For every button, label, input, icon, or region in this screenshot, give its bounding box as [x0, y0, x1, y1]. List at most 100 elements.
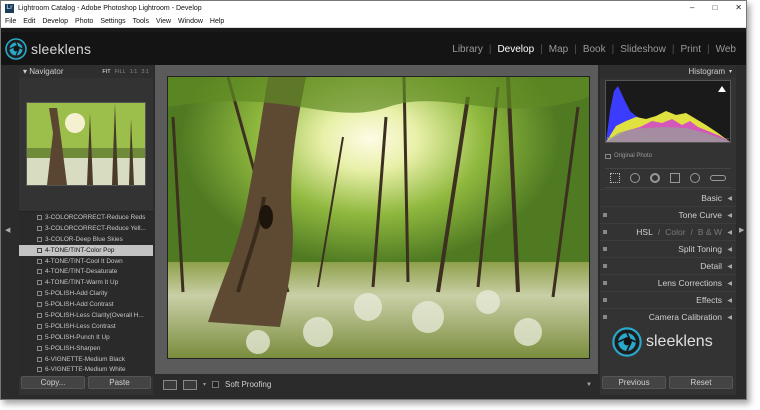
preset-icon: [37, 356, 42, 362]
left-panel: ▾ Navigator FIT FILL 1:1 3:1 3-COLORCORR…: [19, 65, 153, 395]
center-toolbar: ▾ Soft Proofing ▼: [155, 374, 598, 395]
previous-button[interactable]: Previous: [602, 376, 666, 389]
maximize-icon[interactable]: □: [712, 3, 717, 12]
soft-proofing-checkbox[interactable]: [212, 381, 220, 388]
menu-tools[interactable]: Tools: [133, 18, 149, 25]
section-split-toning[interactable]: Split Toning ◀: [600, 240, 736, 257]
aperture-value: ƒ / 11: [677, 137, 692, 143]
tab-color[interactable]: Color: [665, 227, 685, 237]
preset-icon: [37, 269, 42, 275]
main-photo[interactable]: [167, 76, 590, 359]
expand-icon: ◀: [727, 196, 732, 202]
section-effects[interactable]: Effects ◀: [600, 291, 736, 308]
loupe-view-icon[interactable]: [163, 379, 177, 390]
module-book[interactable]: Book: [577, 44, 612, 55]
module-web[interactable]: Web: [710, 44, 742, 55]
navigator-preview[interactable]: [26, 102, 146, 186]
histogram-graph[interactable]: [605, 80, 731, 143]
original-photo-toggle[interactable]: Original Photo: [605, 153, 652, 159]
original-photo-label: Original Photo: [614, 153, 653, 159]
view-options-chevron-icon[interactable]: ▾: [203, 381, 206, 388]
preset-item[interactable]: 3-COLOR-Deep Blue Skies: [19, 234, 153, 245]
preset-item[interactable]: 5-POLISH-Less Contrast: [19, 321, 153, 332]
panel-switch-icon[interactable]: [603, 230, 607, 234]
tab-hsl[interactable]: HSL: [636, 227, 653, 237]
navigator-header[interactable]: ▾ Navigator FIT FILL 1:1 3:1: [19, 65, 153, 78]
module-map[interactable]: Map: [543, 44, 574, 55]
preset-item[interactable]: 3-COLORCORRECT-Reduce Yell...: [19, 223, 153, 234]
preset-item[interactable]: 5-POLISH-Less Clarity(Overall H...: [19, 310, 153, 321]
window-title: Lightroom Catalog - Adobe Photoshop Ligh…: [18, 5, 202, 12]
preset-item[interactable]: 5-POLISH-Punch It Up: [19, 332, 153, 343]
preset-icon: [37, 367, 42, 373]
crop-tool-icon[interactable]: [610, 173, 620, 183]
panel-switch-icon[interactable]: [603, 281, 607, 285]
panel-switch-icon[interactable]: [603, 264, 607, 268]
preset-item[interactable]: 4-TONE/TINT-Desaturate: [19, 266, 153, 277]
section-lens-corrections[interactable]: Lens Corrections ◀: [600, 274, 736, 291]
aperture-icon: [5, 38, 27, 60]
menu-bar: File Edit Develop Photo Settings Tools V…: [1, 16, 746, 28]
graduated-filter-icon[interactable]: [670, 173, 680, 183]
preset-icon: [37, 258, 42, 264]
preset-icon: [37, 323, 42, 329]
menu-file[interactable]: File: [5, 18, 16, 25]
histogram-header[interactable]: Histogram ▾: [600, 65, 736, 78]
reset-button[interactable]: Reset: [669, 376, 733, 389]
spot-removal-icon[interactable]: [630, 173, 640, 183]
module-develop[interactable]: Develop: [491, 44, 540, 55]
menu-edit[interactable]: Edit: [23, 18, 35, 25]
preset-item[interactable]: 5-POLISH-Add Clarity: [19, 288, 153, 299]
expand-icon: ◀: [727, 213, 732, 219]
module-library[interactable]: Library: [446, 44, 489, 55]
section-basic[interactable]: Basic ◀: [600, 189, 736, 206]
menu-window[interactable]: Window: [178, 18, 203, 25]
preset-item[interactable]: 3-COLORCORRECT-Reduce Reds: [19, 212, 153, 223]
menu-view[interactable]: View: [156, 18, 171, 25]
radial-filter-icon[interactable]: [690, 173, 700, 183]
preset-item[interactable]: 4-TONE/TINT-Cool It Down: [19, 256, 153, 267]
toolbar-menu-chevron-icon[interactable]: ▼: [586, 382, 592, 388]
panel-switch-icon[interactable]: [603, 247, 607, 251]
panel-switch-icon[interactable]: [603, 315, 607, 319]
section-tone-curve[interactable]: Tone Curve ◀: [600, 206, 736, 223]
preset-item[interactable]: 4-TONE/TINT-Warm It Up: [19, 277, 153, 288]
menu-help[interactable]: Help: [210, 18, 224, 25]
before-after-view-icon[interactable]: [183, 379, 197, 390]
preset-item[interactable]: 4-TONE/TINT-Color Pop: [19, 244, 153, 256]
red-eye-icon[interactable]: [650, 173, 660, 183]
collapse-icon[interactable]: ▾: [729, 68, 732, 75]
zoom-fit[interactable]: FIT: [102, 69, 110, 75]
menu-develop[interactable]: Develop: [42, 18, 68, 25]
right-panel-toggle-icon[interactable]: ▶: [739, 226, 744, 234]
zoom-3-1[interactable]: 3:1: [141, 69, 149, 75]
preset-item[interactable]: 6-VIGNETTE-Medium White: [19, 364, 153, 375]
aperture-icon: [612, 327, 642, 357]
preset-label: 5-POLISH-Less Contrast: [45, 322, 116, 330]
minimize-icon[interactable]: –: [690, 3, 694, 12]
module-print[interactable]: Print: [674, 44, 707, 55]
menu-photo[interactable]: Photo: [75, 18, 93, 25]
preset-icon: [37, 247, 42, 253]
menu-settings[interactable]: Settings: [100, 18, 125, 25]
right-panel: Histogram ▾ ISO 100 16 mm ƒ / 11 1/25 se…: [600, 65, 736, 395]
preset-item[interactable]: 5-POLISH-Add Contrast: [19, 299, 153, 310]
module-slideshow[interactable]: Slideshow: [614, 44, 672, 55]
preset-item[interactable]: 6-VIGNETTE-Medium Black: [19, 354, 153, 365]
copy-button[interactable]: Copy...: [21, 376, 85, 389]
section-detail[interactable]: Detail ◀: [600, 257, 736, 274]
section-hsl-color-bw[interactable]: HSL / Color / B & W ◀: [600, 223, 736, 240]
zoom-fill[interactable]: FILL: [115, 69, 126, 75]
close-icon[interactable]: ✕: [735, 3, 742, 12]
panel-switch-icon[interactable]: [603, 213, 607, 217]
section-camera-calibration[interactable]: Camera Calibration ◀: [600, 308, 736, 325]
left-panel-toggle-icon[interactable]: ◀: [5, 226, 10, 234]
panel-switch-icon[interactable]: [603, 298, 607, 302]
preset-item[interactable]: 5-POLISH-Sharpen: [19, 343, 153, 354]
adjustment-brush-icon[interactable]: [710, 175, 726, 181]
paste-button[interactable]: Paste: [88, 376, 151, 389]
brand-logo: sleeklens: [5, 38, 91, 60]
focal-length: 16 mm: [644, 137, 661, 143]
tab-bw[interactable]: B & W: [698, 227, 722, 237]
zoom-1-1[interactable]: 1:1: [130, 69, 138, 75]
